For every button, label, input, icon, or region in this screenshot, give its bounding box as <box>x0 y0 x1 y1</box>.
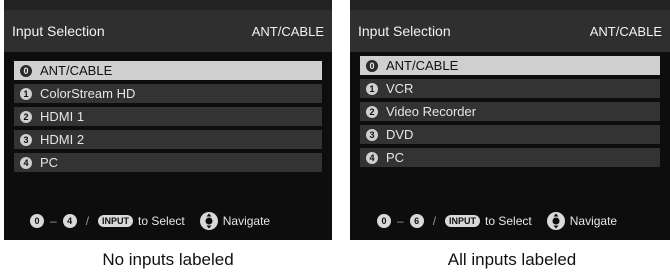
input-list: 0 ANT/CABLE 1 ColorStream HD 2 HDMI 1 3 … <box>14 61 322 176</box>
input-item-ant-cable[interactable]: 0 ANT/CABLE <box>360 56 660 75</box>
range-dash: – <box>50 214 57 228</box>
input-key: INPUT <box>98 215 134 227</box>
top-strip <box>350 0 670 10</box>
item-label: PC <box>40 155 59 170</box>
item-label: ANT/CABLE <box>40 63 113 78</box>
input-key: INPUT <box>445 215 481 227</box>
caption-no-inputs-labeled: No inputs labeled <box>102 250 234 269</box>
item-label: HDMI 1 <box>40 109 85 124</box>
item-label: VCR <box>386 81 414 96</box>
item-label: PC <box>386 150 405 165</box>
separator-slash: / <box>432 214 437 228</box>
range-start-key: 0 <box>30 214 44 228</box>
item-label: ColorStream HD <box>40 86 136 101</box>
select-hint: to Select <box>138 214 185 228</box>
input-selection-panel-unlabeled: Input Selection ANT/CABLE 0 ANT/CABLE 1 … <box>4 0 332 240</box>
item-number-badge: 1 <box>20 87 32 100</box>
dpad-icon <box>199 211 219 231</box>
input-item-pc[interactable]: 4 PC <box>14 153 322 172</box>
input-selection-panel-labeled: Input Selection ANT/CABLE 0 ANT/CABLE 1 … <box>350 0 670 240</box>
item-number-badge: 1 <box>366 82 378 95</box>
input-item-pc[interactable]: 4 PC <box>360 148 660 167</box>
current-source: ANT/CABLE <box>251 24 324 39</box>
item-label: Video Recorder <box>386 104 477 119</box>
item-number-badge: 3 <box>20 133 32 146</box>
item-number-badge: 2 <box>20 110 32 123</box>
input-item-hdmi-1[interactable]: 2 HDMI 1 <box>14 107 322 126</box>
input-list: 0 ANT/CABLE 1 VCR 2 Video Recorder 3 DVD… <box>360 56 660 171</box>
item-number-badge: 0 <box>20 64 32 77</box>
separator-slash: / <box>85 214 90 228</box>
panel-title: Input Selection <box>12 23 105 39</box>
input-item-vcr[interactable]: 1 VCR <box>360 79 660 98</box>
select-hint: to Select <box>485 214 532 228</box>
input-item-video-recorder[interactable]: 2 Video Recorder <box>360 102 660 121</box>
range-end-key: 6 <box>409 214 424 228</box>
input-item-dvd[interactable]: 3 DVD <box>360 125 660 144</box>
range-start-key: 0 <box>377 214 391 228</box>
item-number-badge: 0 <box>366 59 378 72</box>
item-number-badge: 3 <box>366 128 378 141</box>
panel-header: Input Selection ANT/CABLE <box>350 10 670 52</box>
help-bar: 0 – 4 / INPUT to Select Navigate <box>4 211 332 231</box>
panel-header: Input Selection ANT/CABLE <box>4 10 332 52</box>
panel-title: Input Selection <box>358 23 451 39</box>
input-item-hdmi-2[interactable]: 3 HDMI 2 <box>14 130 322 149</box>
input-item-ant-cable[interactable]: 0 ANT/CABLE <box>14 61 322 80</box>
input-item-colorstream-hd[interactable]: 1 ColorStream HD <box>14 84 322 103</box>
item-label: DVD <box>386 127 414 142</box>
dpad-icon <box>546 211 566 231</box>
item-number-badge: 4 <box>20 156 32 169</box>
item-number-badge: 2 <box>366 105 378 118</box>
navigate-hint: Navigate <box>569 214 618 228</box>
item-label: ANT/CABLE <box>386 58 459 73</box>
navigate-hint: Navigate <box>222 214 271 228</box>
help-bar: 0 – 6 / INPUT to Select Navigate <box>350 211 670 231</box>
item-label: HDMI 2 <box>40 132 85 147</box>
item-number-badge: 4 <box>366 151 378 164</box>
range-end-key: 4 <box>62 214 77 228</box>
range-dash: – <box>397 214 404 228</box>
current-source: ANT/CABLE <box>589 24 662 39</box>
caption-all-inputs-labeled: All inputs labeled <box>447 250 577 269</box>
top-strip <box>4 0 332 10</box>
